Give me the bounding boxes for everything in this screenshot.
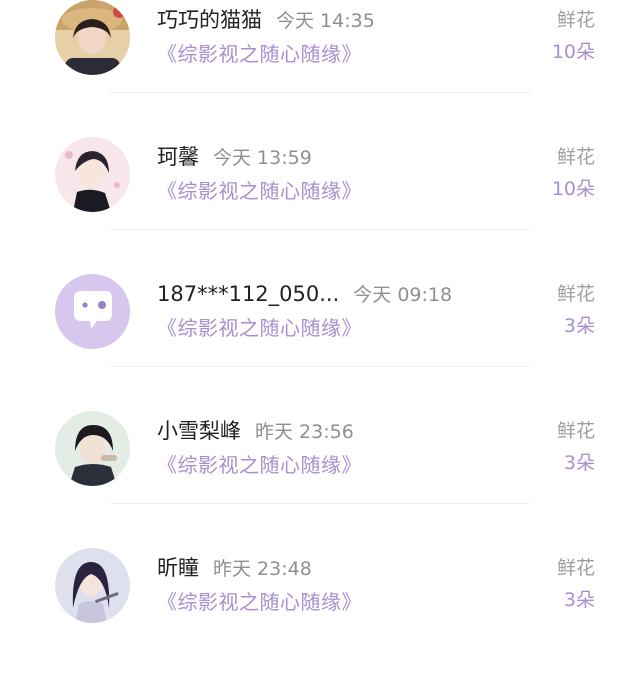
book-title[interactable]: 《综影视之随心随缘》 xyxy=(157,588,362,616)
divider xyxy=(110,366,530,367)
gift-count: 3朵 xyxy=(563,452,595,474)
gift-count: 10朵 xyxy=(551,41,595,63)
gift-count: 10朵 xyxy=(551,178,595,200)
flower-gift-list: 巧巧的猫猫 今天 14:35 《综影视之随心随缘》 鲜花 10朵 珂馨 今天 13:… xyxy=(0,0,640,636)
divider xyxy=(110,92,530,93)
book-title[interactable]: 《综影视之随心随缘》 xyxy=(157,40,362,68)
timestamp: 今天 14:35 xyxy=(276,10,375,32)
avatar-anime-icon xyxy=(55,137,130,212)
timestamp: 昨天 23:56 xyxy=(255,421,354,443)
timestamp: 昨天 23:48 xyxy=(213,558,312,580)
gift-count: 3朵 xyxy=(563,589,595,611)
gift-type-label: 鲜花 xyxy=(556,9,595,31)
book-title[interactable]: 《综影视之随心随缘》 xyxy=(157,451,362,479)
avatar[interactable] xyxy=(55,274,130,349)
user-name: 珂馨 xyxy=(157,145,199,169)
book-title[interactable]: 《综影视之随心随缘》 xyxy=(157,177,362,205)
avatar[interactable] xyxy=(55,548,130,623)
user-name: 巧巧的猫猫 xyxy=(157,8,262,32)
list-item[interactable]: 昕瞳 昨天 23:48 《综影视之随心随缘》 鲜花 3朵 xyxy=(0,548,640,685)
user-name: 昕瞳 xyxy=(157,556,199,580)
list-item[interactable]: 巧巧的猫猫 今天 14:35 《综影视之随心随缘》 鲜花 10朵 xyxy=(0,0,640,137)
divider xyxy=(110,503,530,504)
book-title[interactable]: 《综影视之随心随缘》 xyxy=(157,314,362,342)
list-item[interactable]: 187***112_050... 今天 09:18 《综影视之随心随缘》 鲜花 3… xyxy=(0,274,640,411)
avatar-anime-icon xyxy=(55,548,130,623)
list-item[interactable]: 小雪梨峰 昨天 23:56 《综影视之随心随缘》 鲜花 3朵 xyxy=(0,411,640,548)
gift-type-label: 鲜花 xyxy=(556,557,595,579)
avatar-photo-icon xyxy=(55,0,130,75)
user-name: 小雪梨峰 xyxy=(157,419,241,443)
avatar-anime-icon xyxy=(55,411,130,486)
list-item[interactable]: 珂馨 今天 13:59 《综影视之随心随缘》 鲜花 10朵 xyxy=(0,137,640,274)
gift-type-label: 鲜花 xyxy=(556,283,595,305)
avatar[interactable] xyxy=(55,0,130,75)
gift-type-label: 鲜花 xyxy=(556,146,595,168)
gift-type-label: 鲜花 xyxy=(556,420,595,442)
divider xyxy=(110,229,530,230)
timestamp: 今天 09:18 xyxy=(353,284,453,306)
gift-count: 3朵 xyxy=(563,315,595,337)
chat-bubble-icon xyxy=(55,274,130,349)
avatar[interactable] xyxy=(55,137,130,212)
timestamp: 今天 13:59 xyxy=(213,147,312,169)
user-name: 187***112_050... xyxy=(157,282,340,306)
avatar[interactable] xyxy=(55,411,130,486)
